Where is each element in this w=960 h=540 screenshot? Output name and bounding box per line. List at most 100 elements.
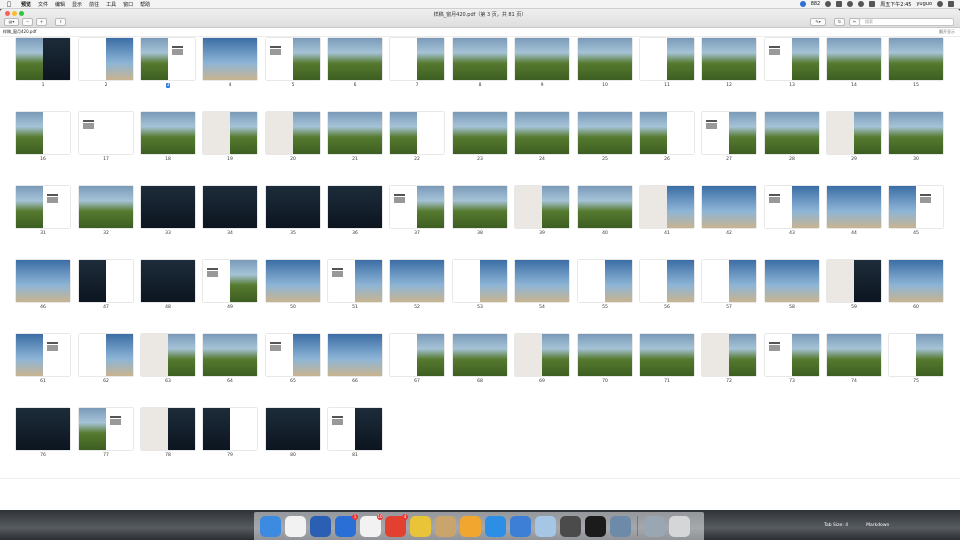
page-thumbnail[interactable]: 16	[16, 112, 70, 162]
page-thumbnail[interactable]: 26	[640, 112, 694, 162]
page-thumbnail[interactable]: 55	[578, 260, 632, 310]
spread-image[interactable]	[827, 112, 881, 154]
safari-icon[interactable]	[485, 515, 506, 537]
spread-image[interactable]	[328, 408, 382, 450]
spread-image[interactable]	[390, 38, 444, 80]
spread-image[interactable]	[453, 260, 507, 302]
spread-image[interactable]	[390, 260, 444, 302]
page-thumbnail[interactable]: 59	[827, 260, 881, 310]
markup-button[interactable]: ✎▾	[810, 18, 826, 26]
spread-image[interactable]	[16, 38, 70, 80]
page-thumbnail[interactable]: 74	[827, 334, 881, 384]
spread-image[interactable]	[515, 112, 569, 154]
terminal-icon[interactable]	[585, 515, 606, 537]
spread-image[interactable]	[266, 408, 320, 450]
spread-image[interactable]	[141, 186, 195, 228]
page-thumbnail[interactable]: 68	[453, 334, 507, 384]
menu-window[interactable]: 窗口	[123, 1, 133, 8]
spread-image[interactable]	[390, 334, 444, 376]
spread-image[interactable]	[702, 260, 756, 302]
page-thumbnail[interactable]: 3	[141, 38, 195, 88]
spread-image[interactable]	[266, 334, 320, 376]
spread-image[interactable]	[702, 38, 756, 80]
page-thumbnail[interactable]: 67	[390, 334, 444, 384]
spread-image[interactable]	[827, 260, 881, 302]
page-thumbnail[interactable]: 70	[578, 334, 632, 384]
spread-image[interactable]	[328, 334, 382, 376]
menu-edit[interactable]: 编辑	[55, 1, 65, 8]
spread-image[interactable]	[328, 260, 382, 302]
zoom-in-button[interactable]: +	[36, 18, 47, 26]
page-thumbnail[interactable]: 25	[578, 112, 632, 162]
spread-image[interactable]	[203, 112, 257, 154]
spread-image[interactable]	[79, 334, 133, 376]
page-thumbnail[interactable]: 46	[16, 260, 70, 310]
photo-viewer-icon[interactable]	[610, 515, 631, 537]
page-thumbnail[interactable]: 6	[328, 38, 382, 88]
page-thumbnail[interactable]: 65	[266, 334, 320, 384]
spread-image[interactable]	[515, 38, 569, 80]
page-thumbnail[interactable]: 47	[79, 260, 133, 310]
spread-image[interactable]	[889, 112, 943, 154]
spread-image[interactable]	[16, 186, 70, 228]
menu-file[interactable]: 文件	[38, 1, 48, 8]
spread-image[interactable]	[640, 186, 694, 228]
page-thumbnail[interactable]: 36	[328, 186, 382, 236]
word-icon[interactable]	[310, 515, 331, 537]
spread-image[interactable]	[640, 38, 694, 80]
spread-image[interactable]	[827, 38, 881, 80]
page-thumbnail[interactable]: 4	[203, 38, 257, 88]
menu-go[interactable]: 前往	[89, 1, 99, 8]
spread-image[interactable]	[578, 334, 632, 376]
spread-image[interactable]	[827, 186, 881, 228]
page-thumbnail[interactable]: 21	[328, 112, 382, 162]
spread-image[interactable]	[765, 112, 819, 154]
spread-image[interactable]	[328, 112, 382, 154]
page-thumbnail[interactable]: 30	[889, 112, 943, 162]
page-thumbnail[interactable]: 27	[702, 112, 756, 162]
spread-image[interactable]	[203, 260, 257, 302]
page-thumbnail[interactable]: 63	[141, 334, 195, 384]
spread-image[interactable]	[141, 334, 195, 376]
page-thumbnail[interactable]: 39	[515, 186, 569, 236]
spread-image[interactable]	[889, 38, 943, 80]
spread-image[interactable]	[390, 186, 444, 228]
page-thumbnail[interactable]: 5	[266, 38, 320, 88]
qq-icon[interactable]: 10	[360, 513, 383, 537]
page-thumbnail[interactable]: 69	[515, 334, 569, 384]
page-thumbnail[interactable]: 54	[515, 260, 569, 310]
record-icon[interactable]	[825, 1, 832, 7]
page-thumbnail[interactable]: 71	[640, 334, 694, 384]
search-input[interactable]: 搜索	[859, 18, 954, 26]
spread-image[interactable]	[578, 186, 632, 228]
clock[interactable]: 周五下午2:45	[880, 1, 911, 8]
menu-help[interactable]: 帮助	[140, 1, 150, 8]
spread-image[interactable]	[453, 112, 507, 154]
wifi-icon[interactable]	[858, 1, 865, 7]
page-thumbnail[interactable]: 42	[702, 186, 756, 236]
spread-image[interactable]	[640, 334, 694, 376]
page-thumbnail[interactable]: 37	[390, 186, 444, 236]
spread-image[interactable]	[702, 334, 756, 376]
page-thumbnail[interactable]: 34	[203, 186, 257, 236]
spread-image[interactable]	[578, 112, 632, 154]
spread-image[interactable]	[203, 186, 257, 228]
rotate-button[interactable]: ↻	[834, 18, 845, 26]
spread-image[interactable]	[16, 260, 70, 302]
page-thumbnail[interactable]: 35	[266, 186, 320, 236]
page-thumbnail[interactable]: 28	[765, 112, 819, 162]
page-thumbnail[interactable]: 73	[765, 334, 819, 384]
spread-image[interactable]	[79, 112, 133, 154]
sidebar-toggle-button[interactable]: ▤▾	[4, 18, 19, 26]
page-thumbnail[interactable]: 8	[453, 38, 507, 88]
user-name[interactable]: yuguo	[916, 1, 932, 7]
spread-image[interactable]	[702, 186, 756, 228]
page-thumbnail[interactable]: 66	[328, 334, 382, 384]
spread-image[interactable]	[390, 112, 444, 154]
page-thumbnail[interactable]: 7	[390, 38, 444, 88]
trash-icon[interactable]	[669, 515, 690, 537]
page-thumbnail[interactable]: 29	[827, 112, 881, 162]
spread-image[interactable]	[453, 334, 507, 376]
spread-image[interactable]	[765, 186, 819, 228]
page-thumbnail[interactable]: 23	[453, 112, 507, 162]
